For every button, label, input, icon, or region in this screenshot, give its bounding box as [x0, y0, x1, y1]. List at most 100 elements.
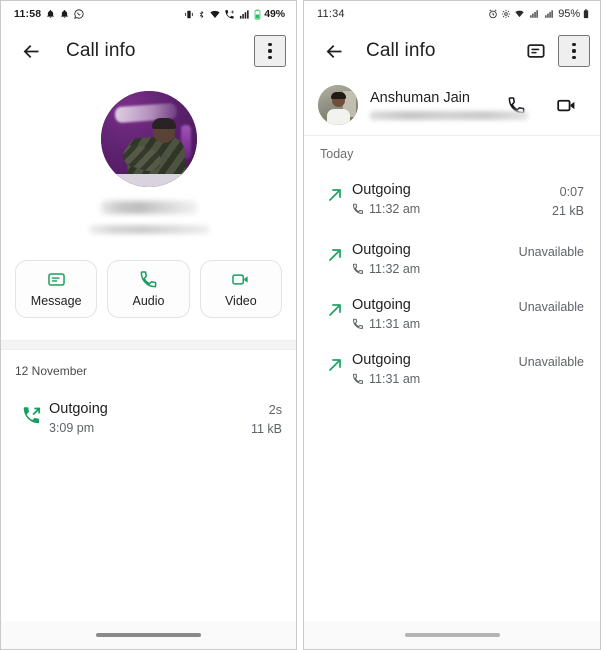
video-camera-icon[interactable]	[550, 89, 582, 121]
audio-button-label: Audio	[132, 294, 165, 308]
message-icon	[47, 270, 66, 289]
avatar	[318, 85, 358, 125]
message-button-label: Message	[30, 294, 82, 308]
notification-bell-icon	[46, 9, 55, 19]
call-row-meta: Unavailable	[519, 296, 584, 317]
call-log-row[interactable]: Outgoing 11:31 am Unavailable	[304, 276, 600, 331]
call-duration-label: Unavailable	[518, 244, 584, 259]
gesture-home-pill[interactable]	[96, 633, 201, 637]
contact-text: Anshuman Jain	[370, 90, 528, 120]
cellular-signal-icon	[238, 9, 251, 20]
call-time-label: 11:32 am	[369, 261, 421, 276]
video-camera-icon	[231, 270, 250, 289]
wifi-icon	[514, 9, 525, 19]
call-type-label: Outgoing	[352, 296, 411, 313]
call-row-meta: 0:07 21 kB	[552, 181, 584, 221]
status-bar-clock: 11:34	[317, 8, 345, 20]
phone-icon	[352, 373, 364, 385]
status-bar-right: 49%	[184, 8, 285, 20]
page-title: Call info	[366, 40, 436, 61]
audio-call-button[interactable]: Audio	[107, 260, 190, 318]
call-log-row[interactable]: Outgoing 11:32 am 0:07 21 kB	[304, 161, 600, 221]
quick-actions: Message Audio Video	[1, 234, 296, 318]
date-header: 12 November	[15, 364, 88, 378]
right-status-bar: 11:34 95%	[304, 1, 600, 27]
call-type-label: Outgoing	[352, 351, 411, 368]
sim1-signal-icon	[528, 9, 540, 19]
battery-icon	[583, 9, 589, 19]
call-type-label: Outgoing	[352, 241, 411, 258]
vibrate-icon	[184, 9, 194, 20]
battery-icon	[254, 8, 261, 20]
dual-screenshot-stage: 11:58 49% Call info Message Audio Video …	[0, 0, 601, 650]
wifi-icon	[209, 9, 221, 20]
status-bar-left: 11:58	[14, 8, 84, 20]
avatar	[100, 91, 197, 187]
notification-bell-icon	[60, 9, 69, 19]
call-row-body: Outgoing 11:31 am	[352, 296, 519, 331]
call-data-label: 11 kB	[250, 421, 282, 436]
call-row-body: Outgoing 11:32 am	[352, 241, 519, 276]
call-row-subline: 11:32 am	[352, 262, 519, 276]
right-app-bar: Call info	[304, 27, 600, 75]
contact-status-redacted	[370, 111, 528, 120]
message-button[interactable]: Message	[15, 260, 98, 318]
call-row-subline: 3:09 pm	[49, 421, 251, 435]
contact-subtitle-redacted	[88, 225, 209, 234]
settings-icon	[501, 9, 511, 19]
call-time-label: 3:09 pm	[49, 421, 95, 436]
call-row-subline: 11:31 am	[352, 317, 519, 331]
call-forwarding-icon	[224, 9, 235, 20]
right-content-spacer	[304, 386, 600, 621]
call-duration-label: 2s	[268, 403, 282, 417]
call-time-label: 11:31 am	[369, 316, 421, 331]
date-header: Today	[320, 147, 354, 161]
call-duration-label: Unavailable	[518, 354, 584, 369]
call-duration-label: 0:07	[559, 185, 584, 199]
back-arrow-icon[interactable]	[15, 35, 47, 67]
gesture-home-pill[interactable]	[404, 633, 500, 637]
status-bar-left: 11:34	[317, 8, 345, 20]
call-time-label: 11:32 am	[369, 202, 421, 217]
outgoing-arrow-icon	[318, 296, 352, 320]
call-log-row[interactable]: Outgoing 11:31 am Unavailable	[304, 331, 600, 386]
overflow-menu-icon[interactable]	[558, 35, 590, 67]
call-type-label: Outgoing	[352, 182, 411, 198]
overflow-menu-icon[interactable]	[254, 35, 286, 67]
left-app-bar-actions	[254, 35, 286, 67]
contact-name: Anshuman Jain	[370, 90, 470, 106]
video-call-button[interactable]: Video	[199, 260, 282, 318]
call-type-label: Outgoing	[49, 401, 108, 417]
back-arrow-icon[interactable]	[318, 35, 350, 67]
left-status-bar: 11:58 49%	[1, 1, 296, 27]
phone-icon	[139, 270, 158, 289]
contact-header[interactable]: Anshuman Jain	[304, 75, 600, 136]
contact-name-redacted	[100, 201, 197, 214]
call-time-label: 11:31 am	[369, 371, 421, 386]
outgoing-call-icon	[15, 400, 49, 426]
call-log-row[interactable]: Outgoing 11:32 am Unavailable	[304, 221, 600, 276]
call-row-body: Outgoing 11:31 am	[352, 351, 519, 386]
call-data-label: 21 kB	[552, 203, 584, 218]
message-notes-icon[interactable]	[520, 35, 552, 67]
call-row-meta: Unavailable	[519, 351, 584, 372]
page-title: Call info	[66, 40, 136, 61]
call-row-subline: 11:31 am	[352, 372, 519, 386]
sim2-signal-icon	[543, 9, 555, 19]
whatsapp-icon	[74, 9, 84, 19]
contact-hero	[1, 75, 296, 234]
section-divider	[1, 340, 296, 350]
call-row-subline: 11:32 am	[352, 202, 552, 216]
left-app-bar: Call info	[1, 27, 296, 75]
right-phone-screen: 11:34 95% Call info Anshuman Jain Today …	[303, 0, 601, 650]
call-row-body: Outgoing 3:09 pm	[49, 400, 251, 435]
left-navigation-bar	[1, 621, 296, 649]
outgoing-arrow-icon	[318, 351, 352, 375]
status-bar-clock: 11:58	[14, 8, 42, 20]
left-content-spacer	[1, 439, 296, 622]
phone-icon	[352, 203, 364, 215]
video-button-label: Video	[224, 294, 257, 308]
battery-percentage: 49%	[264, 8, 285, 20]
outgoing-arrow-icon	[318, 181, 352, 205]
call-log-row[interactable]: Outgoing 3:09 pm 2s 11 kB	[1, 378, 296, 439]
